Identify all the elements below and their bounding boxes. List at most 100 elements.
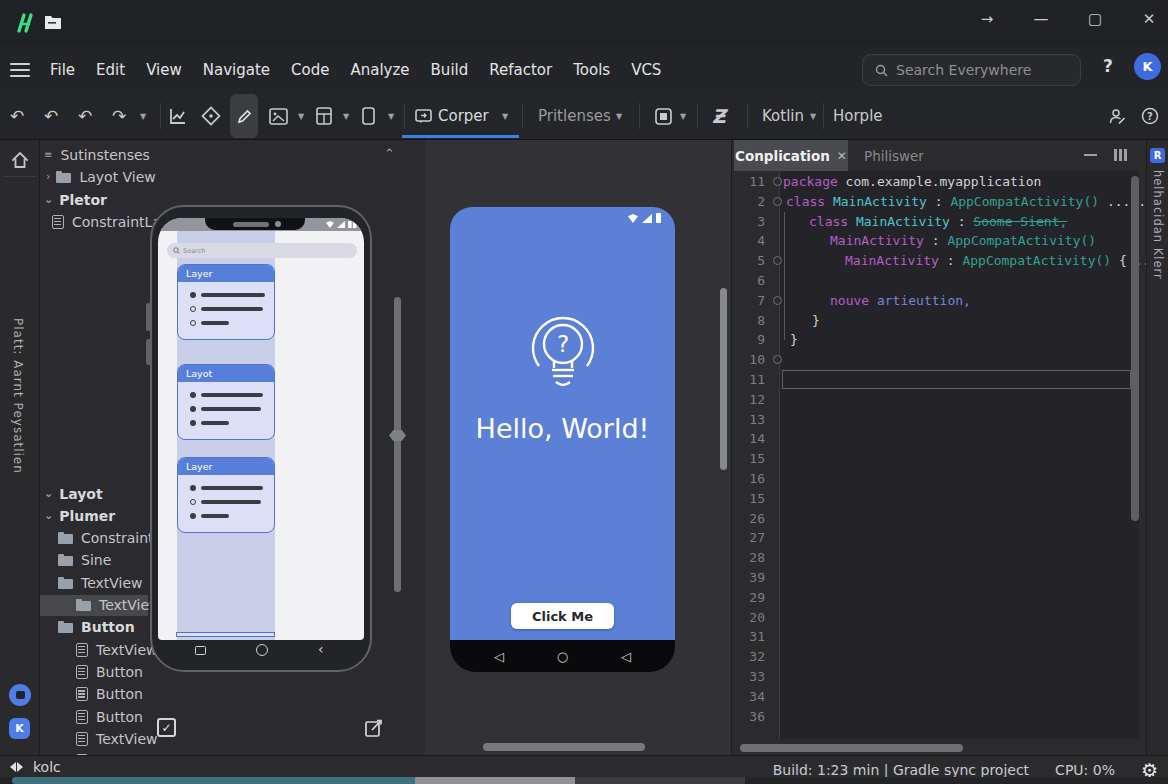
user-avatar[interactable]: K: [1134, 53, 1161, 80]
grid-dropdown-caret[interactable]: ▼: [339, 94, 353, 138]
branch-name[interactable]: kolc: [33, 759, 61, 775]
tree-item-textview[interactable]: TextView: [40, 639, 158, 660]
tree-item-textview[interactable]: TextView: [40, 595, 148, 616]
tree-item-checkbox[interactable]: ✓: [157, 718, 176, 737]
profile-edit-icon[interactable]: [1105, 94, 1129, 138]
menu-edit[interactable]: Edit: [96, 61, 125, 79]
tree-item-textview[interactable]: TextView: [40, 572, 143, 593]
tab-conplication[interactable]: Conplication ✕: [734, 140, 848, 171]
menu-build[interactable]: Build: [431, 61, 469, 79]
edit-in-new-icon[interactable]: [364, 718, 384, 738]
chart-icon[interactable]: [166, 94, 188, 138]
preview-vertical-scrollbar[interactable]: [720, 288, 727, 470]
back-icon[interactable]: ‹: [318, 638, 324, 660]
run-target-caret[interactable]: ▼: [498, 94, 512, 138]
folder-icon[interactable]: [44, 14, 62, 30]
tree-item-sutinstenses[interactable]: ≡Sutinstenses: [40, 144, 150, 165]
tree-item-layot view[interactable]: ›Layot View: [40, 166, 156, 187]
menu-tools[interactable]: Tools: [573, 61, 610, 79]
left-strip-vertical-label[interactable]: Platt: Aarnt Peysatlien: [11, 318, 25, 474]
redo-icon[interactable]: ↷: [108, 94, 130, 138]
menu-file[interactable]: File: [50, 61, 75, 79]
minimize-button[interactable]: —: [1030, 10, 1052, 28]
device-selector-caret[interactable]: ▼: [612, 94, 626, 138]
fold-icon[interactable]: [773, 256, 782, 265]
device-selector[interactable]: Pritlenses: [538, 94, 611, 138]
tree-chevron-icon[interactable]: ⌄: [44, 193, 53, 206]
tree-item-plumer[interactable]: ⌄Plumer: [40, 505, 115, 526]
tab-philiswer[interactable]: Philiswer: [864, 140, 954, 171]
menu-refactor[interactable]: Refactor: [489, 61, 552, 79]
tree-item-button[interactable]: Button: [40, 706, 143, 727]
collapse-panel-icon[interactable]: ⌃: [384, 146, 395, 161]
search-everywhere-input[interactable]: Search Everywhere: [862, 54, 1081, 86]
preview-horizontal-scrollbar[interactable]: [483, 743, 645, 751]
close-tab-icon[interactable]: ✕: [837, 149, 847, 163]
plugin-badge[interactable]: R: [1150, 148, 1165, 163]
recents-icon[interactable]: [195, 646, 206, 655]
tree-chevron-icon[interactable]: ›: [46, 170, 50, 183]
designer-vertical-scrollbar[interactable]: [394, 297, 401, 592]
menu-code[interactable]: Code: [291, 61, 329, 79]
designer-card[interactable]: Layer: [177, 457, 275, 533]
menu-view[interactable]: View: [146, 61, 182, 79]
notification-badge-icon[interactable]: [9, 684, 31, 706]
click-me-button[interactable]: Click Me: [511, 603, 614, 629]
resource-icon[interactable]: [652, 94, 674, 138]
tree-item-textview[interactable]: TextView: [40, 728, 158, 749]
misc-toolbar-label[interactable]: Horple: [833, 94, 883, 138]
designer-search-bar[interactable]: Search: [167, 243, 357, 258]
fold-icon[interactable]: [773, 197, 782, 206]
fold-icon[interactable]: [773, 355, 782, 364]
fold-icon[interactable]: [773, 296, 782, 305]
redo-dropdown-caret[interactable]: ▼: [136, 94, 150, 138]
pencil-icon[interactable]: [230, 94, 258, 138]
hamburger-menu-icon[interactable]: [10, 59, 30, 81]
run-target-icon[interactable]: [413, 94, 433, 138]
designer-phone-screen[interactable]: Search Layer Layot Layer: [158, 218, 364, 640]
resource-caret[interactable]: ▼: [676, 94, 690, 138]
tree-item-button[interactable]: Button: [40, 617, 135, 638]
home-nav-icon[interactable]: ○: [557, 649, 568, 664]
undo-icon[interactable]: ↶: [6, 94, 28, 138]
undo-icon[interactable]: ↶: [74, 94, 96, 138]
translate-off-icon[interactable]: Ƶ: [706, 94, 732, 138]
run-target-selector[interactable]: Corper: [438, 94, 489, 138]
back-icon[interactable]: ◁: [621, 649, 631, 664]
image-dropdown-caret[interactable]: ▼: [294, 94, 308, 138]
code-editor[interactable]: 1123456789101112131415161526272839292031…: [732, 171, 1139, 739]
tree-item-sine[interactable]: Sine: [40, 550, 111, 571]
branch-icon[interactable]: [10, 762, 23, 772]
image-icon[interactable]: [266, 94, 290, 138]
tree-item-button[interactable]: Button: [40, 661, 143, 682]
right-strip-vertical-label[interactable]: helhacidan Klerr: [1151, 170, 1165, 280]
split-columns-icon[interactable]: [1114, 149, 1127, 161]
designer-card[interactable]: Layot: [177, 364, 275, 440]
help-circle-icon[interactable]: ?: [1138, 94, 1162, 138]
tree-item-button[interactable]: Button: [40, 684, 143, 705]
designer-phone-mockup[interactable]: Search Layer Layot Layer ‹: [150, 205, 372, 672]
home-icon[interactable]: [10, 150, 30, 170]
help-button[interactable]: ?: [1098, 56, 1118, 76]
device-dropdown-caret[interactable]: ▼: [384, 94, 398, 138]
kotlin-badge[interactable]: K: [9, 718, 30, 739]
forward-button[interactable]: →: [976, 10, 998, 28]
preview-phone[interactable]: ? Hello, World! Click Me ◁ ○ ◁: [450, 207, 675, 672]
hide-panel-icon[interactable]: [1084, 154, 1097, 156]
editor-vertical-scrollbar[interactable]: [1131, 176, 1139, 521]
menu-navigate[interactable]: Navigate: [203, 61, 270, 79]
layout-grid-icon[interactable]: [312, 94, 336, 138]
designer-card[interactable]: Layer: [177, 264, 275, 340]
back-icon[interactable]: ◁: [494, 649, 504, 664]
device-icon[interactable]: [357, 94, 379, 138]
undo-icon[interactable]: ↶: [40, 94, 62, 138]
close-button[interactable]: ✕: [1138, 10, 1160, 28]
menu-vcs[interactable]: VCS: [631, 61, 661, 79]
menu-analyze[interactable]: Analyze: [350, 61, 409, 79]
tree-item-pletor[interactable]: ⌄Pletor: [40, 189, 107, 210]
language-selector[interactable]: Kotlin: [762, 94, 804, 138]
editor-horizontal-scrollbar[interactable]: [740, 744, 963, 752]
language-caret[interactable]: ▼: [806, 94, 820, 138]
home-nav-icon[interactable]: [256, 644, 268, 656]
maximize-button[interactable]: ▢: [1084, 10, 1106, 28]
